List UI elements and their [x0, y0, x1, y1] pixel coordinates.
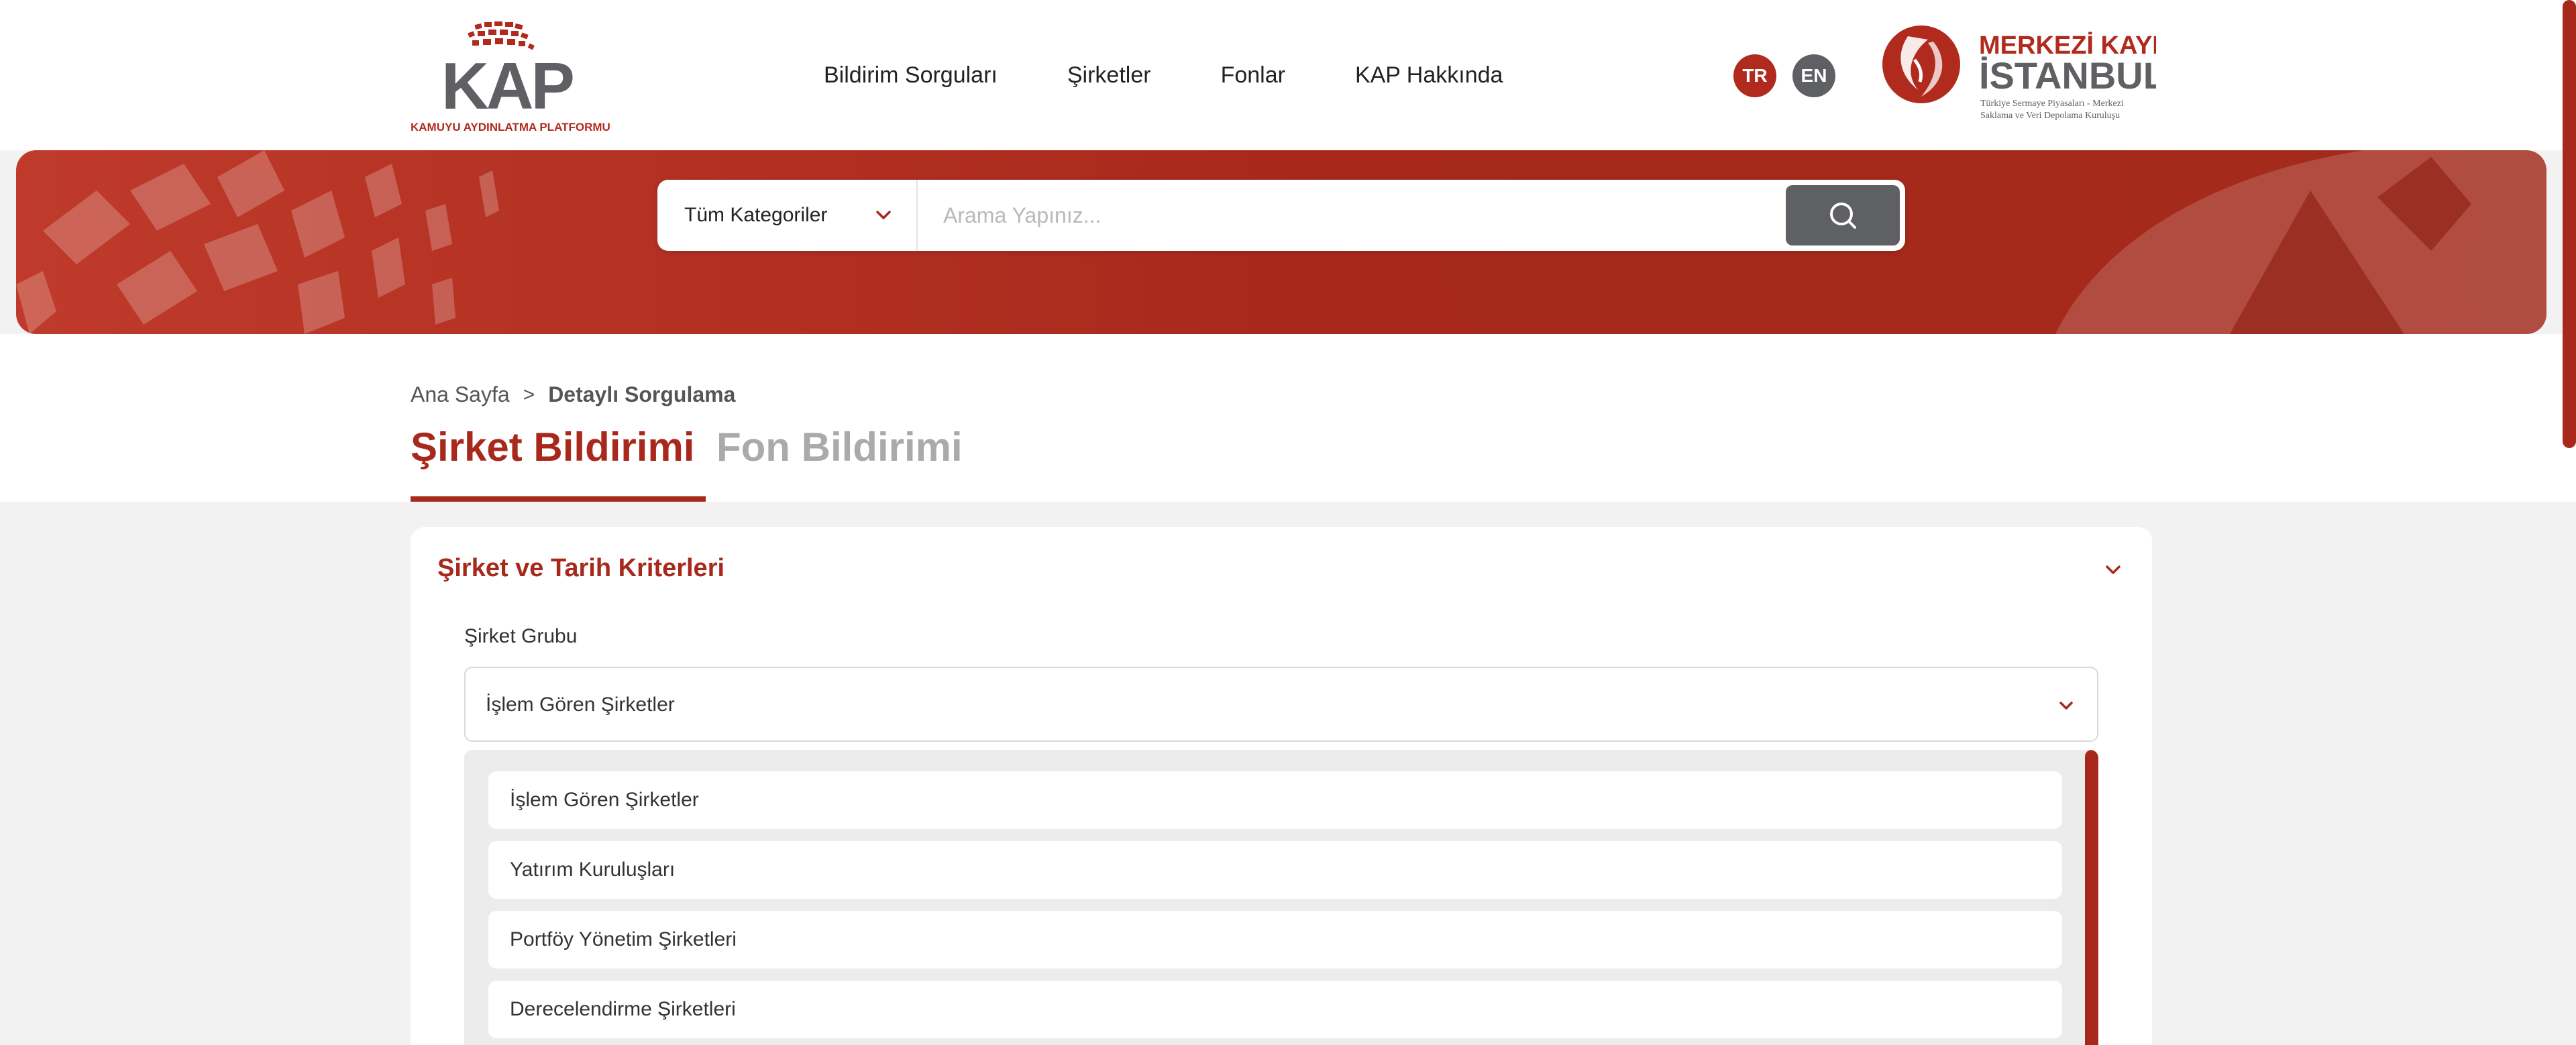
dropdown-option[interactable]: Yatırım Kuruluşları	[488, 841, 2062, 899]
company-group-dropdown: İşlem Gören Şirketler Yatırım Kuruluşlar…	[464, 750, 2098, 1045]
page-scrollbar[interactable]	[2563, 0, 2576, 448]
language-tr-button[interactable]: TR	[1733, 54, 1776, 97]
company-group-label: Şirket Grubu	[464, 625, 578, 647]
nav-kap-hakkinda[interactable]: KAP Hakkında	[1355, 62, 1503, 89]
tab-fund-notification[interactable]: Fon Bildirimi	[716, 424, 963, 470]
breadcrumb-separator-icon: >	[523, 383, 535, 406]
dropdown-option[interactable]: İşlem Gören Şirketler	[488, 771, 2062, 829]
dropdown-option[interactable]: Portföy Yönetim Şirketleri	[488, 911, 2062, 969]
search-input[interactable]	[932, 192, 1764, 239]
company-group-select-value: İşlem Gören Şirketler	[486, 694, 675, 716]
search-icon	[1830, 203, 1856, 229]
mkk-logo[interactable]: MERKEZİ KAYIT İSTANBUL Türkiye Sermaye P…	[1881, 23, 2175, 130]
breadcrumb-current: Detaylı Sorgulama	[548, 382, 736, 406]
tabs-band	[0, 334, 2576, 502]
dropdown-option[interactable]: Derecelendirme Şirketleri	[488, 981, 2062, 1038]
svg-text:KAMUYU AYDINLATMA PLATFORMU: KAMUYU AYDINLATMA PLATFORMU	[411, 121, 610, 133]
criteria-section-title[interactable]: Şirket ve Tarih Kriterleri	[437, 554, 724, 583]
nav-fonlar[interactable]: Fonlar	[1221, 62, 1285, 89]
criteria-card: Şirket ve Tarih Kriterleri Şirket Grubu …	[411, 527, 2152, 1045]
svg-text:KAP: KAP	[441, 49, 574, 123]
breadcrumb: Ana Sayfa > Detaylı Sorgulama	[411, 382, 735, 407]
company-group-select[interactable]: İşlem Gören Şirketler	[464, 667, 2098, 742]
svg-text:İSTANBUL: İSTANBUL	[1979, 54, 2156, 97]
main-nav: Bildirim Sorguları Şirketler Fonlar KAP …	[824, 59, 1572, 91]
nav-bildirim-sorgulari[interactable]: Bildirim Sorguları	[824, 62, 998, 89]
kap-logo[interactable]: KAP KAMUYU AYDINLATMA PLATFORMU	[411, 20, 615, 135]
active-tab-indicator	[411, 496, 706, 502]
search-bar: Tüm Kategoriler	[657, 180, 1905, 251]
site-header: KAP KAMUYU AYDINLATMA PLATFORMU Bildirim…	[0, 0, 2576, 150]
category-select-value: Tüm Kategoriler	[684, 204, 828, 226]
dropdown-scrollbar[interactable]	[2085, 750, 2098, 1045]
chevron-down-icon	[2059, 702, 2073, 710]
breadcrumb-home-link[interactable]: Ana Sayfa	[411, 382, 510, 407]
language-en-button[interactable]: EN	[1792, 54, 1835, 97]
search-button[interactable]	[1786, 185, 1900, 245]
svg-text:Saklama ve Veri Depolama Kurul: Saklama ve Veri Depolama Kuruluşu	[1980, 111, 2120, 121]
nav-sirketler[interactable]: Şirketler	[1067, 62, 1151, 89]
svg-text:Türkiye Sermaye Piyasaları - M: Türkiye Sermaye Piyasaları - Merkezi	[1980, 99, 2124, 109]
chevron-down-icon[interactable]	[2101, 558, 2125, 582]
tab-company-notification[interactable]: Şirket Bildirimi	[411, 424, 694, 470]
category-select[interactable]: Tüm Kategoriler	[657, 180, 918, 251]
chevron-down-icon	[876, 211, 891, 219]
